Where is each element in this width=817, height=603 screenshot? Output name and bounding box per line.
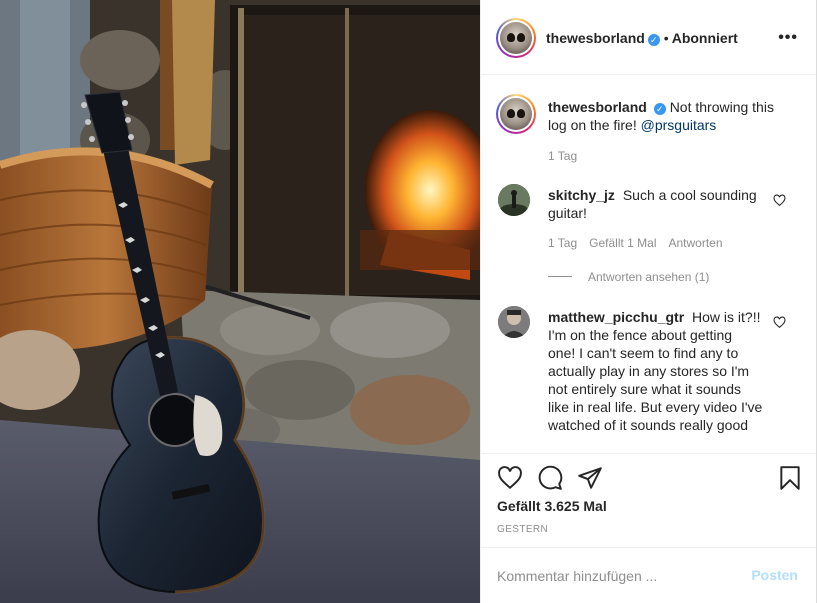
- likes-count[interactable]: Gefällt 3.625 Mal: [497, 498, 607, 514]
- caption-mention[interactable]: @prsguitars: [641, 117, 717, 133]
- comment-username[interactable]: matthew_picchu_gtr: [548, 309, 684, 325]
- caption-avatar[interactable]: [496, 94, 536, 134]
- comment: skitchy_jz Such a cool sounding guitar!: [548, 186, 758, 222]
- add-comment-bar: Posten: [481, 547, 816, 603]
- author-username[interactable]: thewesborland: [546, 30, 645, 46]
- comment-input[interactable]: [497, 565, 747, 587]
- caption-time[interactable]: 1 Tag: [548, 149, 577, 163]
- post-comment-button[interactable]: Posten: [751, 567, 798, 583]
- caption-username[interactable]: thewesborland: [548, 99, 647, 115]
- replies-divider: [548, 276, 572, 277]
- header-user: thewesborland ✓ • Abonniert: [546, 30, 738, 46]
- comment-likes[interactable]: Gefällt 1 Mal: [589, 236, 656, 250]
- separator: •: [663, 30, 669, 46]
- comment-username[interactable]: skitchy_jz: [548, 187, 615, 203]
- author-avatar[interactable]: [496, 18, 536, 58]
- comment-icon[interactable]: [537, 465, 563, 491]
- verified-badge-icon: ✓: [653, 103, 666, 115]
- share-icon[interactable]: [577, 465, 603, 491]
- more-options-icon[interactable]: •••: [778, 29, 798, 47]
- guitar-fireplace-photo: [0, 0, 480, 603]
- follow-status-button[interactable]: Abonniert: [672, 30, 738, 46]
- caption: thewesborland ✓ Not throwing this log on …: [548, 98, 788, 134]
- view-replies-button[interactable]: Antworten ansehen (1): [588, 270, 709, 284]
- post-header: thewesborland ✓ • Abonniert •••: [481, 0, 816, 75]
- comment-avatar[interactable]: [498, 184, 530, 216]
- like-comment-heart-icon[interactable]: [773, 194, 786, 207]
- post-panel: thewesborland ✓ • Abonniert ••• thewesborla…: [480, 0, 817, 603]
- like-comment-heart-icon[interactable]: [773, 316, 786, 329]
- reply-button[interactable]: Antworten: [669, 236, 723, 250]
- heart-icon[interactable]: [497, 465, 523, 491]
- bookmark-icon[interactable]: [777, 465, 803, 491]
- comments-section[interactable]: thewesborland ✓ Not throwing this log on …: [481, 76, 816, 454]
- post-photo[interactable]: [0, 0, 480, 603]
- comment: matthew_picchu_gtr How is it?!! I'm on t…: [548, 308, 763, 434]
- comment-meta: 1 Tag Gefällt 1 Mal Antworten: [548, 236, 735, 250]
- verified-badge-icon: ✓: [647, 34, 660, 46]
- comment-text: How is it?!! I'm on the fence about gett…: [548, 309, 763, 433]
- post-date[interactable]: GESTERN: [497, 524, 548, 535]
- comment-time[interactable]: 1 Tag: [548, 236, 577, 250]
- comment-avatar[interactable]: [498, 306, 530, 338]
